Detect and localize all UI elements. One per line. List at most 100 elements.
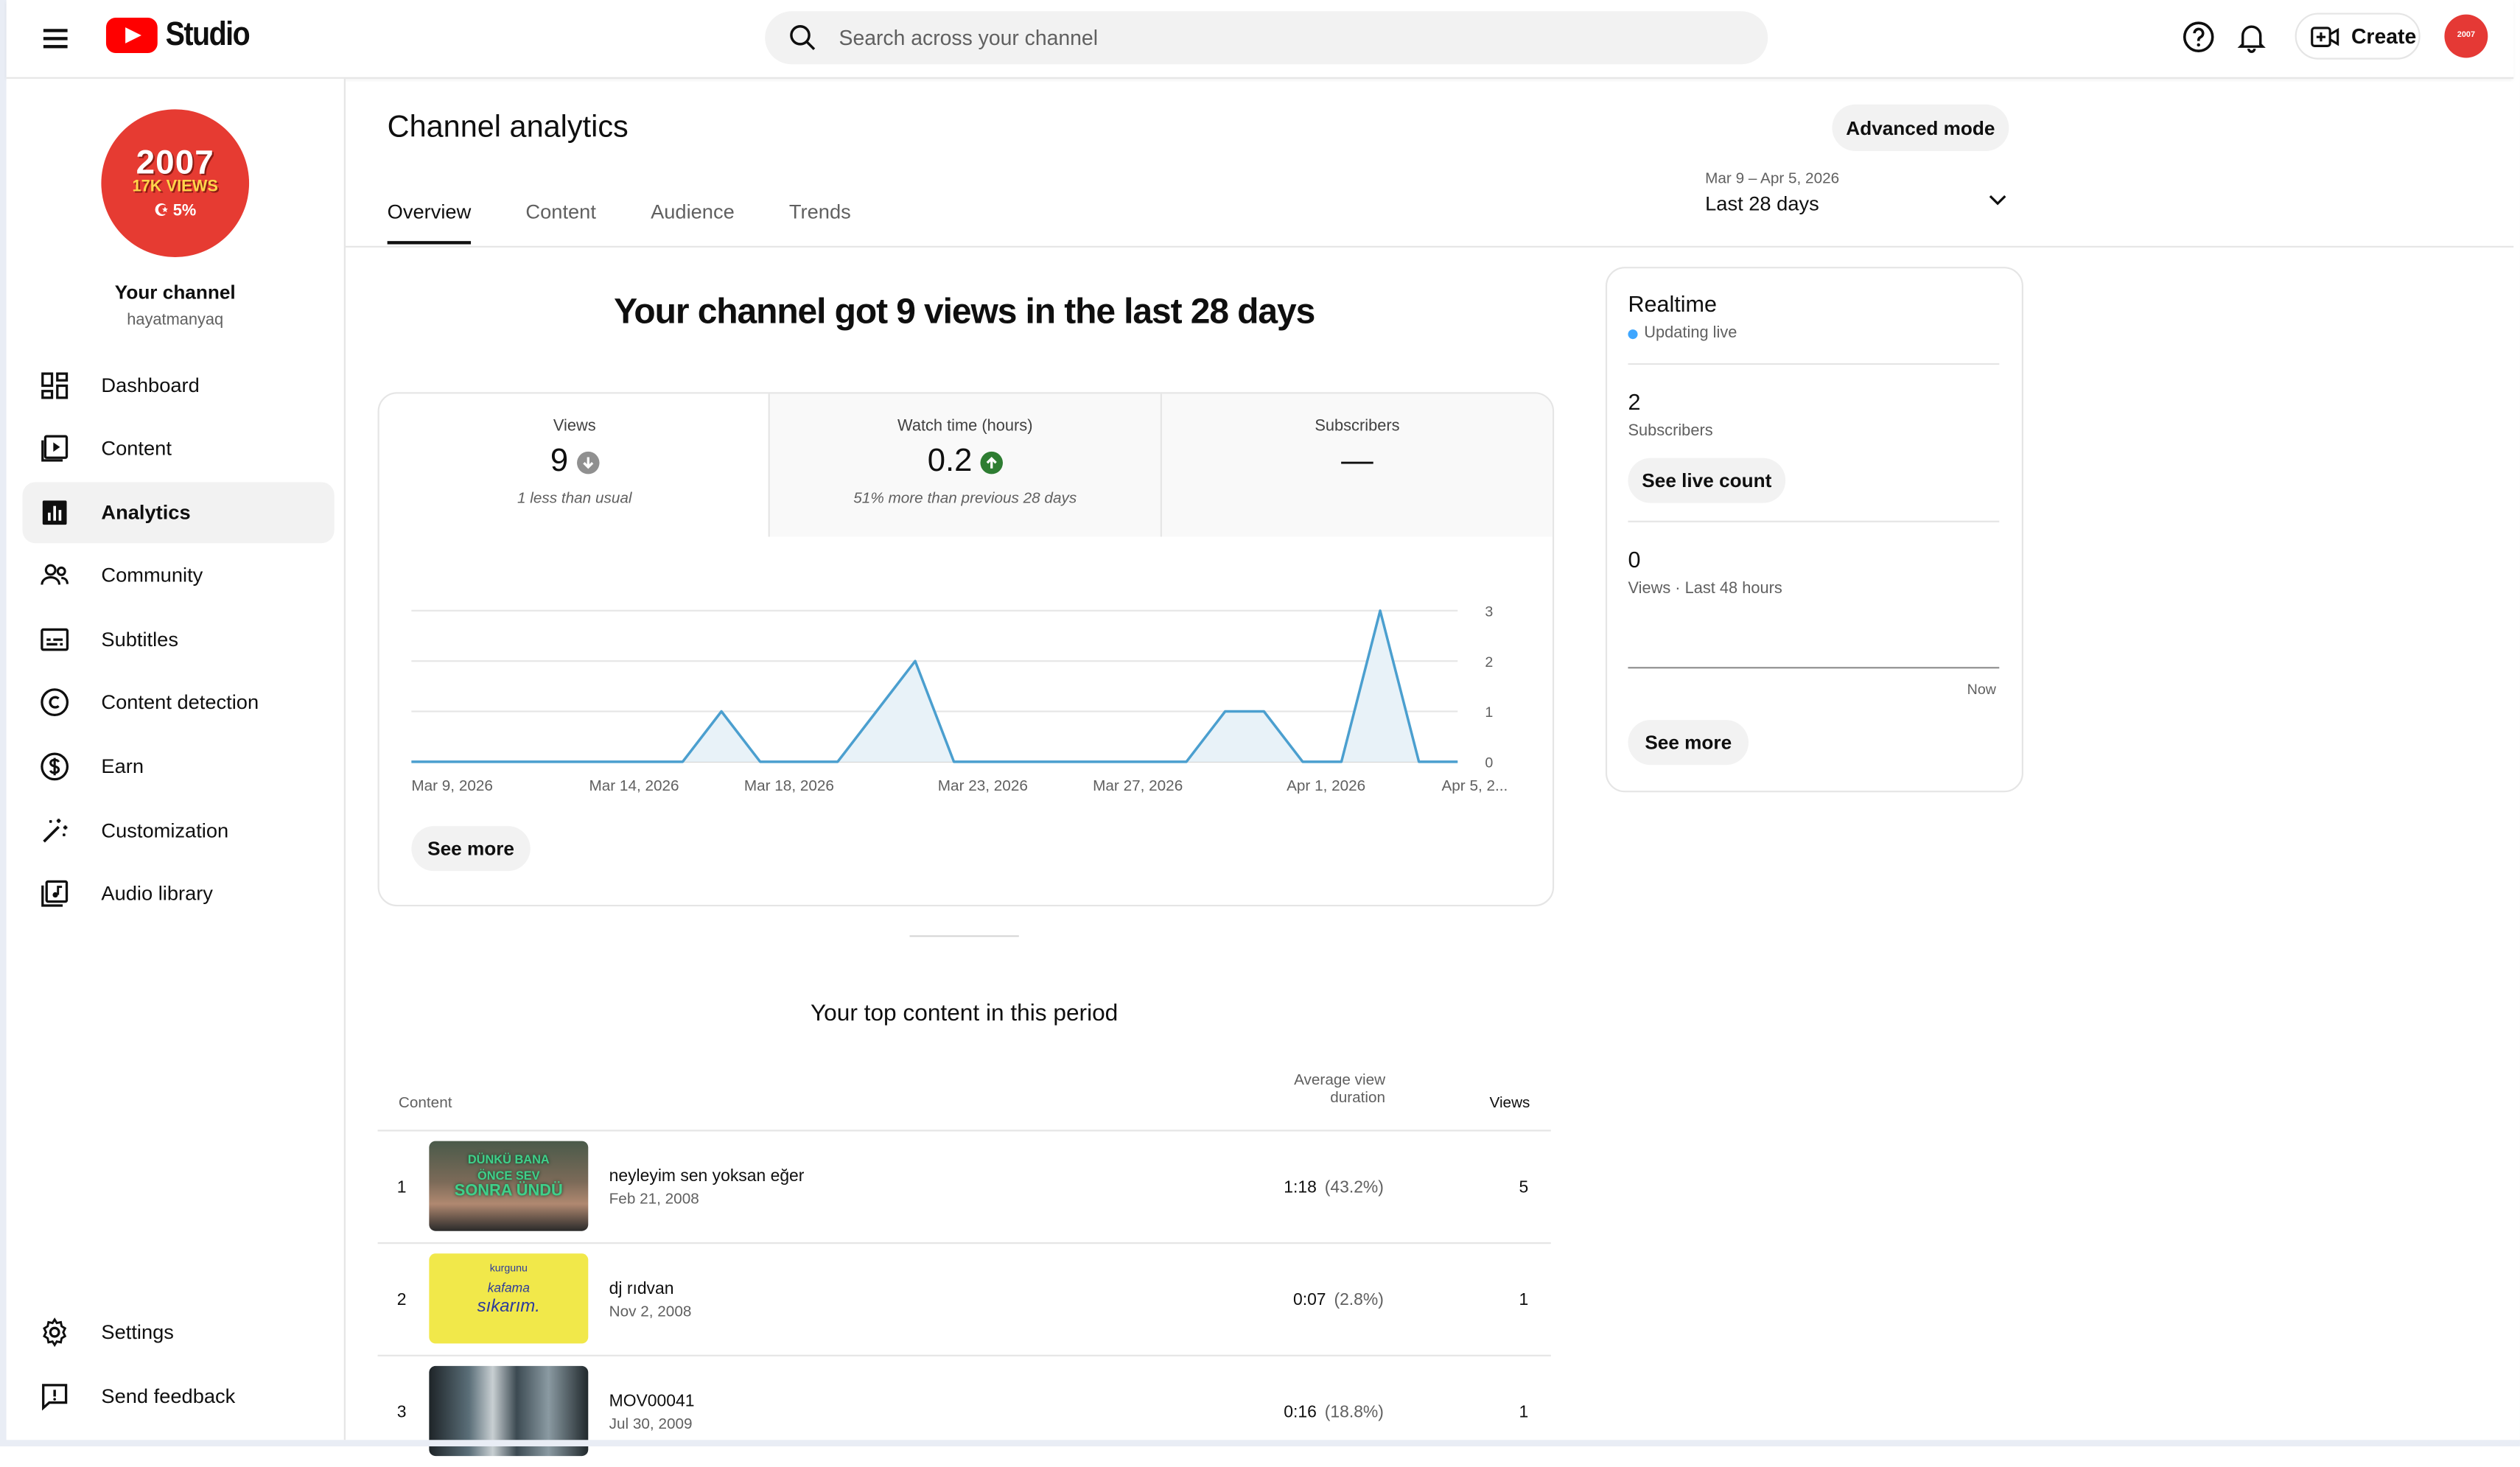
sidebar-item-label: Community — [101, 564, 203, 587]
row-views: 1 — [1519, 1290, 1528, 1309]
video-title[interactable]: MOV00041 — [609, 1392, 695, 1411]
main-content: Channel analytics Advanced mode Overview… — [346, 79, 2513, 1440]
video-thumbnail[interactable]: DÜNKÜ BANA ÖNCE SEV SONRA ÜNDÜ — [429, 1141, 588, 1231]
metric-views[interactable]: Views 9 1 less than usual — [379, 393, 770, 536]
thumbnail-caption: kurgunu — [490, 1263, 528, 1274]
chart-y-tick-label: 3 — [1485, 603, 1493, 620]
youtube-play-icon — [106, 18, 158, 53]
channel-avatar[interactable]: 2007 17K VIEWS ☪ 5% — [101, 109, 249, 257]
sidebar-item-label: Settings — [101, 1321, 174, 1344]
channel-avatar-line: 17K VIEWS — [101, 178, 249, 196]
tab-overview[interactable]: Overview — [388, 201, 472, 245]
video-date: Nov 2, 2008 — [609, 1303, 692, 1321]
analytics-icon — [38, 497, 71, 529]
chart-x-tick-label: Apr 5, 2... — [1441, 777, 1508, 794]
tabs-divider — [346, 246, 2513, 248]
sidebar-item-label: Content detection — [101, 691, 259, 714]
sidebar-item-customization[interactable]: Customization — [23, 800, 335, 861]
tab-audience[interactable]: Audience — [651, 201, 735, 245]
sidebar-item-label: Dashboard — [101, 374, 199, 397]
average-view-duration: 1:18(43.2%) — [1284, 1178, 1384, 1197]
sidebar-item-label: Audio library — [101, 882, 213, 905]
table-row[interactable]: 3 MOV00041 Jul 30, 2009 0:16(18.8%) 1 — [378, 1355, 1551, 1467]
top-content-title: Your top content in this period — [378, 1001, 1551, 1027]
search-bar[interactable]: Search across your channel — [765, 11, 1768, 64]
channel-avatar-line: 2007 — [101, 144, 249, 183]
metric-divider — [1161, 393, 1162, 536]
tab-bar: Overview Content Audience Trends — [388, 201, 906, 245]
date-range-picker[interactable]: Mar 9 – Apr 5, 2026 Last 28 days — [1705, 170, 2010, 228]
advanced-mode-button[interactable]: Advanced mode — [1832, 105, 2009, 151]
notifications-bell-icon[interactable] — [2234, 19, 2269, 55]
thumbnail-caption: SONRA ÜNDÜ — [455, 1183, 563, 1200]
metric-divider — [769, 393, 770, 536]
account-avatar[interactable]: 2007 — [2444, 15, 2488, 58]
logo-text: Studio — [166, 16, 250, 55]
see-live-count-button[interactable]: See live count — [1628, 458, 1785, 503]
row-rank: 2 — [397, 1290, 407, 1309]
sidebar: 2007 17K VIEWS ☪ 5% Your channel hayatma… — [7, 79, 346, 1440]
see-more-button[interactable]: See more — [411, 826, 530, 871]
avd-value: 0:16 — [1284, 1403, 1317, 1422]
channel-avatar-line: ☪ 5% — [101, 203, 249, 220]
studio-logo[interactable]: Studio — [106, 16, 263, 55]
sidebar-item-settings[interactable]: Settings — [23, 1302, 335, 1363]
sidebar-item-content[interactable]: Content — [23, 418, 335, 479]
avd-value: 0:07 — [1293, 1290, 1326, 1309]
table-row[interactable]: 2 kurgunu kafama sıkarım. dj rıdvan Nov … — [378, 1242, 1551, 1355]
video-date: Feb 21, 2008 — [609, 1191, 699, 1208]
sidebar-item-community[interactable]: Community — [23, 545, 335, 606]
metric-watch-time[interactable]: Watch time (hours) 0.2 51% more than pre… — [770, 393, 1161, 536]
create-video-icon — [2309, 24, 2342, 49]
metric-title: Views — [379, 418, 770, 435]
create-button[interactable]: Create — [2295, 13, 2421, 59]
chart-x-tick-label: Mar 23, 2026 — [938, 777, 1028, 794]
hamburger-menu-icon[interactable] — [35, 18, 77, 60]
video-title[interactable]: neyleyim sen yoksan eğer — [609, 1166, 805, 1186]
magic-wand-icon — [38, 815, 71, 847]
video-title[interactable]: dj rıdvan — [609, 1279, 674, 1298]
date-range-label: Last 28 days — [1705, 193, 2010, 216]
sidebar-item-content-detection[interactable]: Content detection — [23, 672, 335, 733]
video-date: Jul 30, 2009 — [609, 1416, 693, 1434]
chart-y-tick-label: 1 — [1485, 704, 1493, 721]
search-input[interactable]: Search across your channel — [839, 26, 1098, 50]
row-views: 1 — [1519, 1403, 1528, 1422]
metric-value: — — [1341, 444, 1373, 480]
sidebar-item-send-feedback[interactable]: Send feedback — [23, 1366, 335, 1427]
tab-content[interactable]: Content — [525, 201, 595, 245]
tab-trends[interactable]: Trends — [789, 201, 851, 245]
realtime-now-label: Now — [1967, 682, 1996, 698]
table-row[interactable]: 1 DÜNKÜ BANA ÖNCE SEV SONRA ÜNDÜ neyleyi… — [378, 1130, 1551, 1242]
sidebar-item-label: Send feedback — [101, 1385, 235, 1408]
analytics-headline: Your channel got 9 views in the last 28 … — [378, 291, 1551, 333]
gear-icon — [38, 1316, 71, 1348]
search-icon — [788, 23, 818, 53]
average-view-duration: 0:16(18.8%) — [1284, 1403, 1384, 1422]
realtime-see-more-button[interactable]: See more — [1628, 720, 1749, 765]
feedback-icon — [38, 1381, 71, 1413]
metric-value: 0.2 — [928, 444, 973, 480]
dashboard-icon — [38, 370, 71, 402]
sidebar-item-analytics[interactable]: Analytics — [23, 482, 335, 543]
chart-x-tick-label: Mar 14, 2026 — [589, 777, 679, 794]
realtime-card: Realtime Updating live 2 Subscribers See… — [1606, 267, 2023, 792]
video-thumbnail[interactable]: kurgunu kafama sıkarım. — [429, 1253, 588, 1343]
help-icon[interactable] — [2181, 19, 2216, 55]
sidebar-item-label: Analytics — [101, 502, 190, 525]
overview-metrics-card: Views 9 1 less than usual Watch time (ho… — [378, 392, 1555, 906]
average-view-duration: 0:07(2.8%) — [1293, 1290, 1384, 1309]
realtime-status: Updating live — [1628, 325, 1737, 343]
sidebar-item-audio-library[interactable]: Audio library — [23, 863, 335, 924]
metric-subscribers[interactable]: Subscribers — — [1162, 393, 1553, 536]
sidebar-item-label: Customization — [101, 819, 228, 842]
metric-subtext: 51% more than previous 28 days — [770, 490, 1161, 508]
channel-avatar-line: 5% — [173, 203, 197, 220]
views-line-chart[interactable]: 0123Mar 9, 2026Mar 14, 2026Mar 18, 2026M… — [379, 539, 1553, 804]
sidebar-item-dashboard[interactable]: Dashboard — [23, 355, 335, 416]
realtime-mini-chart-baseline — [1628, 667, 1999, 668]
sidebar-item-subtitles[interactable]: Subtitles — [23, 609, 335, 671]
thumbnail-caption: kafama — [488, 1281, 530, 1295]
sidebar-item-earn[interactable]: Earn — [23, 736, 335, 797]
realtime-views-value: 0 — [1628, 547, 1640, 573]
